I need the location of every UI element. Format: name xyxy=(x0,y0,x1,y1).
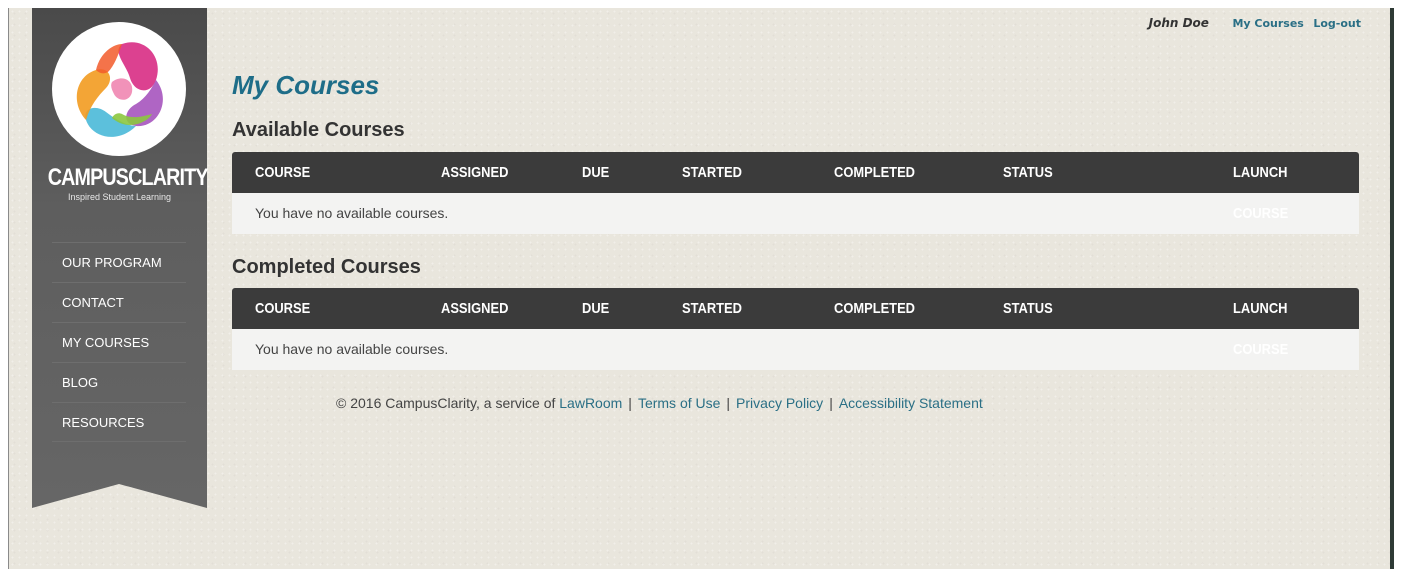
sidebar-item-blog[interactable]: BLOG xyxy=(52,362,186,402)
sidebar-item-contact[interactable]: CONTACT xyxy=(52,282,186,322)
column-header-launch-course[interactable]: LAUNCH COURSE xyxy=(1233,152,1341,234)
my-courses-link[interactable]: My Courses xyxy=(1232,17,1303,30)
sidebar-nav: OUR PROGRAM CONTACT MY COURSES BLOG RESO… xyxy=(52,242,186,442)
privacy-link[interactable]: Privacy Policy xyxy=(736,395,823,411)
column-header-completed[interactable]: COMPLETED xyxy=(834,152,915,193)
lawroom-link[interactable]: LawRoom xyxy=(559,395,622,411)
brand-tagline: Inspired Student Learning xyxy=(67,192,172,202)
footer-separator: | xyxy=(726,395,731,411)
sidebar: CAMPUSCLARITY Inspired Student Learning … xyxy=(32,8,209,508)
brand-name: CAMPUSCLARITY xyxy=(47,164,209,191)
user-bar: John Doe My Courses Log-out xyxy=(1149,16,1361,30)
sidebar-item-our-program[interactable]: OUR PROGRAM xyxy=(52,242,186,282)
completed-courses-heading: Completed Courses xyxy=(232,256,421,278)
copyright-text: © 2016 CampusClarity, a service of xyxy=(336,395,556,411)
footer: © 2016 CampusClarity, a service of LawRo… xyxy=(336,395,983,411)
sidebar-item-my-courses[interactable]: MY COURSES xyxy=(52,322,186,362)
footer-separator: | xyxy=(829,395,833,411)
available-courses-heading: Available Courses xyxy=(232,119,405,141)
column-header-launch-course[interactable]: LAUNCH COURSE xyxy=(1233,288,1341,370)
column-header-started[interactable]: STARTED xyxy=(682,152,742,193)
terms-link[interactable]: Terms of Use xyxy=(638,395,720,411)
column-header-completed[interactable]: COMPLETED xyxy=(834,288,915,329)
table-header: COURSE ASSIGNED DUE STARTED COMPLETED ST… xyxy=(232,288,1359,358)
accessibility-link[interactable]: Accessibility Statement xyxy=(839,395,983,411)
empty-row: You have no available courses. xyxy=(232,193,1359,234)
footer-separator: | xyxy=(628,395,632,411)
table-header: COURSE ASSIGNED DUE STARTED COMPLETED ST… xyxy=(232,152,1359,222)
completed-courses-table: COURSE ASSIGNED DUE STARTED COMPLETED ST… xyxy=(232,288,1359,370)
page-title: My Courses xyxy=(232,70,380,100)
column-header-assigned[interactable]: ASSIGNED xyxy=(441,288,508,329)
window-edge xyxy=(1390,8,1394,569)
available-courses-table: COURSE ASSIGNED DUE STARTED COMPLETED ST… xyxy=(232,152,1359,234)
empty-row: You have no available courses. xyxy=(232,329,1359,370)
campusclarity-logo[interactable] xyxy=(52,22,186,156)
sidebar-item-resources[interactable]: RESOURCES xyxy=(52,402,186,442)
logo-swirl-icon xyxy=(76,42,163,137)
column-header-course[interactable]: COURSE xyxy=(255,152,310,193)
column-header-started[interactable]: STARTED xyxy=(682,288,742,329)
user-name: John Doe xyxy=(1148,16,1209,30)
column-header-due[interactable]: DUE xyxy=(582,152,609,193)
column-header-course[interactable]: COURSE xyxy=(255,288,310,329)
logout-link[interactable]: Log-out xyxy=(1313,17,1361,30)
column-header-due[interactable]: DUE xyxy=(582,288,609,329)
column-header-assigned[interactable]: ASSIGNED xyxy=(441,152,508,193)
column-header-status[interactable]: STATUS xyxy=(1003,288,1053,329)
column-header-status[interactable]: STATUS xyxy=(1003,152,1053,193)
